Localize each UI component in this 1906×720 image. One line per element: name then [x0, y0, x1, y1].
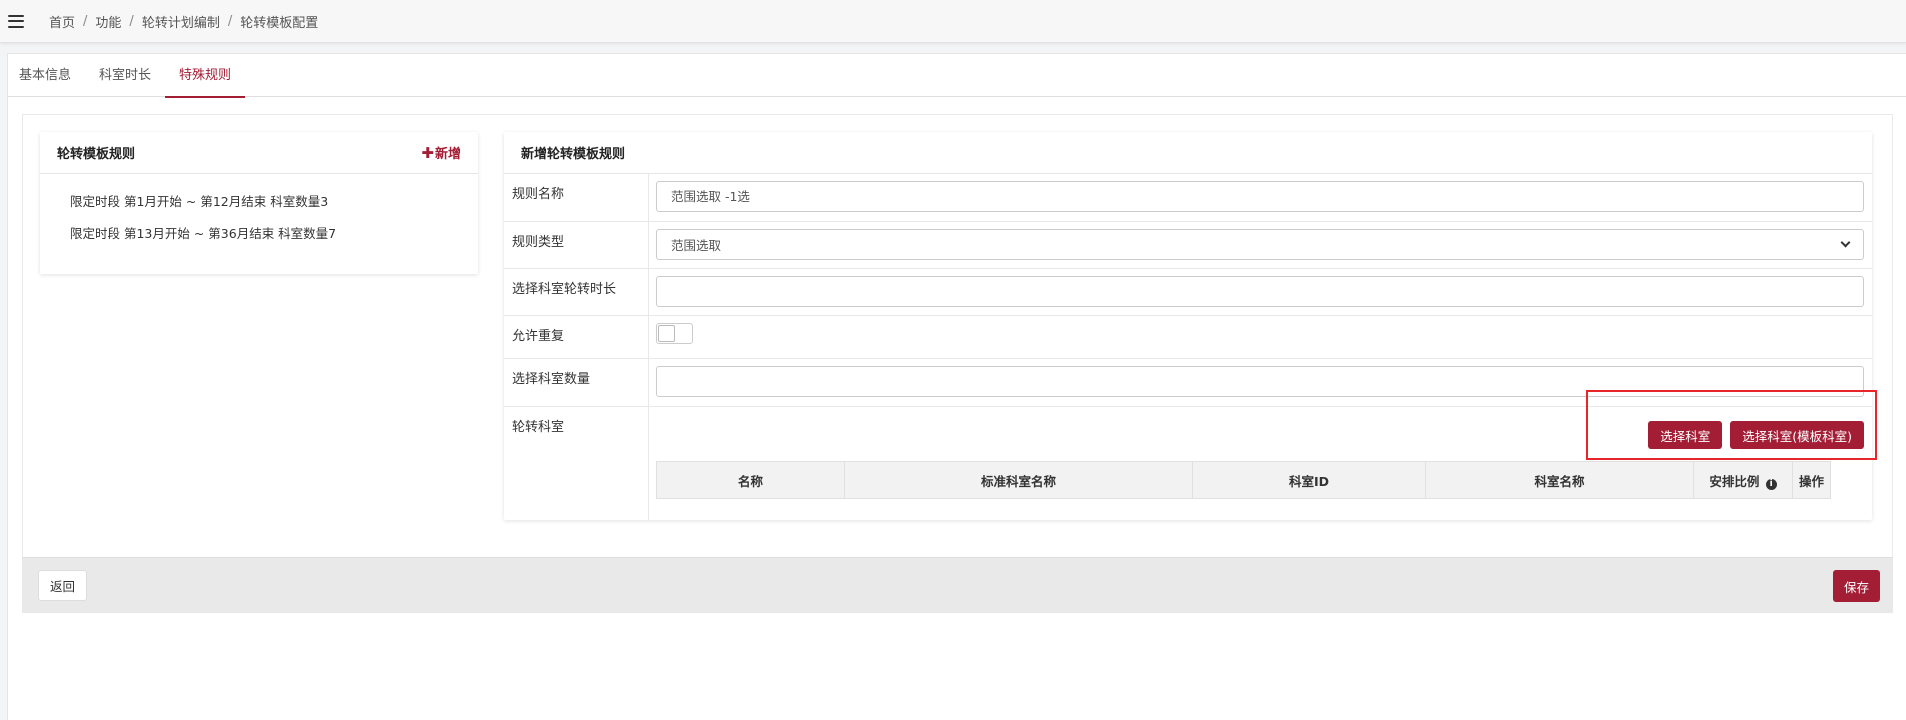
rules-panel: 轮转模板规则 ✚ 新增 限定时段 第1月开始 ~ 第12月结束 科室数量3 限定… [22, 114, 1893, 560]
annotation-highlight-box [1586, 390, 1877, 460]
menu-icon[interactable] [8, 14, 24, 28]
breadcrumb-plan[interactable]: 轮转计划编制 [142, 12, 220, 31]
col-standard-dept-name: 标准科室名称 [844, 461, 1193, 499]
col-name: 名称 [656, 461, 845, 499]
rule-type-select[interactable]: 范围选取 [656, 229, 1864, 260]
template-rules-header: 轮转模板规则 ✚ 新增 [40, 132, 478, 174]
col-actions: 操作 [1792, 461, 1831, 499]
tab-bar: 基本信息 科室时长 特殊规则 [8, 54, 1906, 98]
duration-row: 选择科室轮转时长 [504, 269, 1872, 316]
duration-label: 选择科室轮转时长 [504, 269, 649, 315]
breadcrumb-function[interactable]: 功能 [95, 12, 121, 31]
action-footer: 返回 保存 [22, 557, 1893, 613]
rule-name-input[interactable]: 范围选取 -1选 [656, 181, 1864, 212]
template-rules-title: 轮转模板规则 [57, 147, 136, 162]
back-button[interactable]: 返回 [38, 570, 88, 601]
breadcrumb-current: 轮转模板配置 [240, 15, 319, 31]
add-rule-button[interactable]: ✚ 新增 [421, 143, 461, 163]
new-rule-title: 新增轮转模板规则 [521, 147, 626, 162]
rotation-dept-label: 轮转科室 [504, 407, 649, 520]
allow-repeat-row: 允许重复 [504, 316, 1872, 359]
breadcrumb-home[interactable]: 首页 [49, 12, 75, 31]
tab-special-rules[interactable]: 特殊规则 [165, 54, 246, 98]
rule-list: 限定时段 第1月开始 ~ 第12月结束 科室数量3 限定时段 第13月开始 ~ … [40, 174, 478, 250]
new-rule-card: 新增轮转模板规则 规则名称 范围选取 -1选 规则类型 范围选取 选择科室轮转时… [504, 132, 1872, 520]
allow-repeat-label: 允许重复 [504, 316, 649, 358]
rule-name-label: 规则名称 [504, 174, 649, 221]
plus-icon: ✚ [421, 143, 434, 162]
allow-repeat-toggle[interactable] [656, 323, 693, 344]
col-ratio: 安排比例 i [1693, 461, 1793, 499]
template-rules-card: 轮转模板规则 ✚ 新增 限定时段 第1月开始 ~ 第12月结束 科室数量3 限定… [40, 132, 478, 274]
top-bar: 首页 / 功能 / 轮转计划编制 / 轮转模板配置 [0, 0, 1906, 43]
duration-input[interactable] [656, 276, 1864, 307]
rule-type-value: 范围选取 [671, 238, 722, 253]
tab-dept-duration[interactable]: 科室时长 [85, 54, 165, 97]
list-item[interactable]: 限定时段 第13月开始 ~ 第36月结束 科室数量7 [40, 218, 478, 250]
breadcrumb: 首页 / 功能 / 轮转计划编制 / 轮转模板配置 [49, 12, 319, 31]
list-item[interactable]: 限定时段 第1月开始 ~ 第12月结束 科室数量3 [40, 186, 478, 218]
dept-count-label: 选择科室数量 [504, 359, 649, 406]
info-icon[interactable]: i [1765, 478, 1777, 490]
new-rule-header: 新增轮转模板规则 [504, 132, 1872, 174]
tab-basic-info[interactable]: 基本信息 [8, 54, 85, 97]
rule-type-label: 规则类型 [504, 222, 649, 268]
rotation-dept-table: 名称 标准科室名称 科室ID 科室名称 安排比例 i 操作 [656, 461, 1831, 499]
save-button[interactable]: 保存 [1832, 570, 1880, 602]
rule-type-row: 规则类型 范围选取 [504, 222, 1872, 269]
col-dept-name: 科室名称 [1425, 461, 1694, 499]
main-content: 基本信息 科室时长 特殊规则 轮转模板规则 ✚ 新增 限定时段 第1月开始 ~ … [7, 53, 1906, 720]
chevron-down-icon [1840, 237, 1851, 248]
col-dept-id: 科室ID [1192, 461, 1426, 499]
table-header-row: 名称 标准科室名称 科室ID 科室名称 安排比例 i 操作 [656, 461, 1831, 499]
rule-name-row: 规则名称 范围选取 -1选 [504, 174, 1872, 222]
